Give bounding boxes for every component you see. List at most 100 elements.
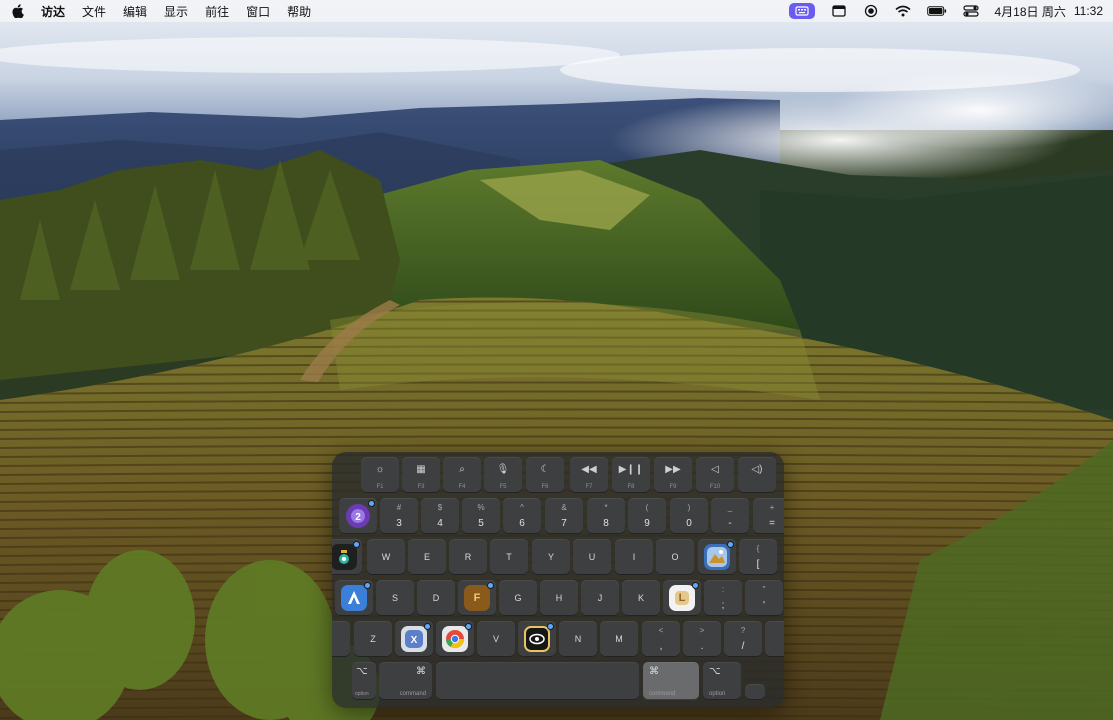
battery-icon[interactable] [926, 4, 947, 18]
menu-file[interactable]: 文件 [82, 3, 106, 20]
key-comma-shift: < [658, 626, 664, 635]
key-minus[interactable]: _ - [711, 498, 749, 534]
wifi-icon[interactable] [894, 4, 911, 18]
key-f10-label: F10 [709, 484, 721, 490]
key-4[interactable]: $ 4 [421, 498, 459, 534]
key-u[interactable]: U [573, 539, 611, 575]
key-f8[interactable]: ▶❙❙ F8 [612, 457, 650, 493]
key-f3-label: F3 [417, 484, 425, 490]
key-f[interactable]: F [458, 580, 496, 616]
key-g[interactable]: G [499, 580, 537, 616]
key-k-label: K [637, 593, 644, 603]
key-f8-label: F8 [627, 484, 635, 490]
menu-edit[interactable]: 编辑 [123, 3, 147, 20]
menu-go[interactable]: 前往 [205, 3, 229, 20]
key-f1[interactable]: ☼ F1 [361, 457, 399, 493]
key-k[interactable]: K [622, 580, 660, 616]
menu-view[interactable]: 显示 [164, 3, 188, 20]
app-badge-icon [465, 623, 472, 630]
key-x[interactable]: X [395, 621, 433, 657]
key-period[interactable]: > . [683, 621, 721, 657]
key-q[interactable] [332, 539, 362, 575]
key-option-right[interactable]: ⌥ option [703, 662, 741, 700]
key-h-label: H [555, 593, 563, 603]
apple-menu-icon[interactable] [12, 4, 24, 18]
key-e[interactable]: E [408, 539, 446, 575]
menu-bar-time[interactable]: 11:32 [1074, 4, 1103, 18]
menu-window[interactable]: 窗口 [246, 3, 270, 20]
spotlight-icon: ⌕ [459, 464, 465, 475]
key-o[interactable]: O [656, 539, 694, 575]
key-semicolon[interactable]: : ; [704, 580, 742, 616]
key-4-shift: $ [437, 503, 443, 512]
key-f6[interactable]: ☾ F6 [526, 457, 564, 493]
key-d[interactable]: D [417, 580, 455, 616]
key-shift-left[interactable] [332, 621, 350, 657]
key-f9[interactable]: ▶▶ F9 [654, 457, 692, 493]
key-w[interactable]: W [367, 539, 405, 575]
key-c[interactable] [436, 621, 474, 657]
key-m[interactable]: M [600, 621, 638, 657]
key-comma[interactable]: < , [642, 621, 680, 657]
menu-bar-date[interactable]: 4月18日 周六 [995, 3, 1066, 20]
key-v[interactable]: V [477, 621, 515, 657]
app-badge-icon [368, 500, 375, 507]
command-icon: ⌘ [649, 666, 659, 677]
key-s[interactable]: S [376, 580, 414, 616]
key-equals[interactable]: + = [753, 498, 784, 534]
key-arrow-left[interactable] [745, 684, 765, 700]
input-method-icon[interactable] [788, 3, 815, 19]
key-v-label: V [492, 634, 499, 644]
menu-app-name[interactable]: 访达 [41, 3, 65, 20]
app-badge-icon [727, 541, 734, 548]
key-n[interactable]: N [559, 621, 597, 657]
key-7-label: 7 [561, 518, 567, 529]
microphone-icon: 🎙 [496, 464, 510, 475]
record-icon[interactable] [863, 4, 879, 18]
key-f5[interactable]: 🎙 F5 [484, 457, 522, 493]
key-f7[interactable]: ◀◀ F7 [570, 457, 608, 493]
key-5[interactable]: % 5 [462, 498, 500, 534]
key-command-right[interactable]: ⌘ command [643, 662, 699, 700]
key-f4[interactable]: ⌕ F4 [443, 457, 481, 493]
key-i[interactable]: I [615, 539, 653, 575]
key-b[interactable] [518, 621, 556, 657]
key-l[interactable]: L [663, 580, 701, 616]
keyboard-launcher-overlay: ☼ F1 ▦ F3 ⌕ F4 🎙 F5 ☾ F6 ◀◀ F7 ▶❙❙ F8 ▶▶… [332, 452, 784, 708]
key-9[interactable]: ( 9 [628, 498, 666, 534]
key-3-label: 3 [396, 518, 402, 529]
key-left-bracket[interactable]: { [ [739, 539, 777, 575]
brightness-icon: ☼ [375, 464, 385, 475]
key-space[interactable] [436, 662, 639, 700]
key-a[interactable] [335, 580, 373, 616]
key-quote[interactable]: " ' [745, 580, 783, 616]
key-t[interactable]: T [490, 539, 528, 575]
key-j[interactable]: J [581, 580, 619, 616]
key-3[interactable]: # 3 [380, 498, 418, 534]
key-h[interactable]: H [540, 580, 578, 616]
key-option-left[interactable]: ⌥ option [352, 662, 376, 700]
key-p[interactable] [698, 539, 736, 575]
key-w-label: W [381, 552, 391, 562]
control-center-icon[interactable] [962, 4, 979, 18]
key-shift-right[interactable] [765, 621, 784, 657]
key-2[interactable]: 2 [339, 498, 377, 534]
key-f10[interactable]: ◁ F10 [696, 457, 734, 493]
window-icon[interactable] [831, 4, 847, 18]
key-z[interactable]: Z [354, 621, 392, 657]
key-command-left[interactable]: ⌘ command [379, 662, 432, 700]
key-f11[interactable]: ◁) [738, 457, 776, 493]
key-r[interactable]: R [449, 539, 487, 575]
key-f3[interactable]: ▦ F3 [402, 457, 440, 493]
key-8-shift: * [604, 503, 608, 512]
key-y[interactable]: Y [532, 539, 570, 575]
key-0[interactable]: ) 0 [670, 498, 708, 534]
key-7[interactable]: & 7 [545, 498, 583, 534]
key-6[interactable]: ^ 6 [503, 498, 541, 534]
key-8[interactable]: * 8 [587, 498, 625, 534]
menu-help[interactable]: 帮助 [287, 3, 311, 20]
key-n-label: N [574, 634, 582, 644]
key-6-label: 6 [519, 518, 525, 529]
key-t-label: T [506, 552, 512, 562]
key-slash[interactable]: ? / [724, 621, 762, 657]
